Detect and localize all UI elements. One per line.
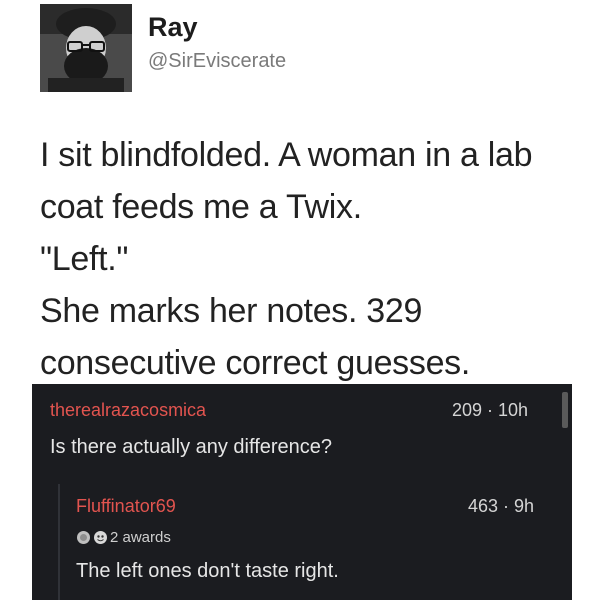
- reply-body: The left ones don't taste right.: [76, 560, 339, 582]
- tweet-line: I sit blindfolded. A woman in a lab: [40, 136, 533, 174]
- author-handle[interactable]: @SirEviscerate: [148, 50, 286, 73]
- comment-body: Is there actually any difference?: [50, 436, 333, 458]
- comment-score-time: 209 · 10h: [452, 400, 529, 420]
- avatar[interactable]: [40, 4, 132, 92]
- reply-username[interactable]: Fluffinator69: [76, 496, 176, 517]
- author-name[interactable]: Ray: [148, 12, 198, 43]
- reply-thread-line[interactable]: [58, 484, 60, 600]
- tweet-line: She marks her notes. 329: [40, 292, 423, 330]
- awards-row[interactable]: 2 awards: [76, 527, 171, 547]
- comment-thread: therealrazacosmica 209 · 10h Is there ac…: [32, 384, 572, 600]
- scrollbar[interactable]: [562, 392, 568, 428]
- reply-score-time: 463 · 9h: [468, 496, 535, 516]
- tweet-line: "Left.": [40, 240, 129, 278]
- tweet-text: I sit blindfolded. A woman in a lab coat…: [40, 129, 585, 389]
- awards-count: 2 awards: [110, 528, 171, 546]
- helpful-award-icon: [93, 530, 108, 545]
- silver-award-icon: [76, 530, 91, 545]
- tweet-line: coat feeds me a Twix.: [40, 188, 362, 226]
- comment-username[interactable]: therealrazacosmica: [50, 400, 206, 421]
- tweet-card: Ray @SirEviscerate I sit blindfolded. A …: [0, 0, 600, 384]
- tweet-line: consecutive correct guesses.: [40, 344, 471, 382]
- avatar-image: [40, 4, 132, 92]
